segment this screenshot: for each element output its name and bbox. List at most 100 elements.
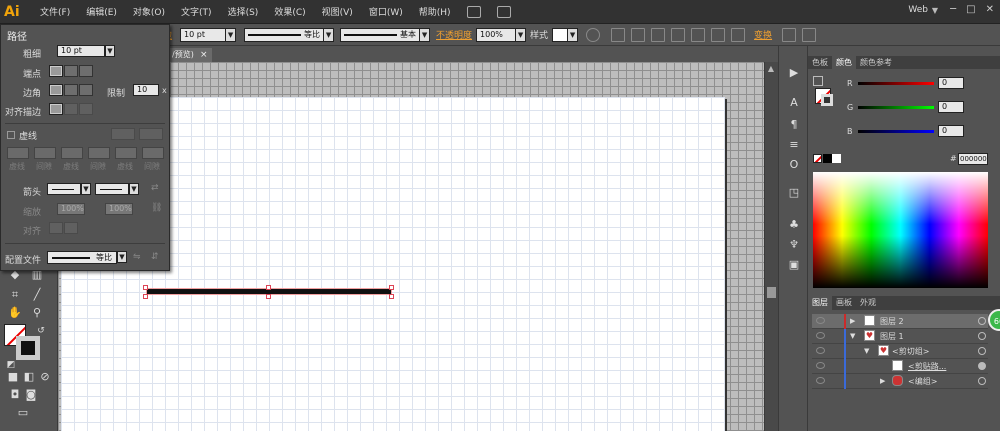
butt-cap-button[interactable] [49,65,63,77]
color-spectrum[interactable] [813,172,988,288]
preserve-dash-button[interactable] [111,128,135,140]
gap-field-3[interactable] [142,147,164,159]
tab-layers[interactable]: 图层 [808,296,832,310]
screen-mode-icon[interactable]: ▭ [16,406,30,420]
menu-view[interactable]: 视图(V) [314,5,361,18]
layer-row[interactable]: ▶ 图层 2 [812,314,988,329]
round-join-button[interactable] [64,84,78,96]
visibility-eye-icon[interactable] [816,362,825,369]
align-panel-icon[interactable]: ≡ [787,138,801,152]
flip-across-icon[interactable]: ⇵ [151,252,159,262]
target-circle-icon[interactable] [978,332,986,340]
g-slider[interactable] [858,106,934,109]
profile-dropdown[interactable]: ▼ [324,27,335,42]
r-slider[interactable] [858,82,934,85]
b-slider[interactable] [858,130,934,133]
chevron-down-icon[interactable]: ▼ [932,6,938,15]
layer-name[interactable]: <剪切组> [892,346,929,357]
visibility-eye-icon[interactable] [816,347,825,354]
variable-width-profile-select[interactable]: 等比 [244,27,325,42]
expand-toggle-icon[interactable]: ▶ [850,317,855,325]
arrow-place-button[interactable] [64,222,78,234]
gradient-mode-icon[interactable]: ◧ [22,370,36,384]
align-right-icon[interactable] [671,27,686,42]
menu-window[interactable]: 窗口(W) [361,5,411,18]
layer-name[interactable]: <编组> [908,376,937,387]
pathfinder-icon[interactable]: ◳ [787,186,801,200]
graphic-styles-icon[interactable]: ▣ [787,258,801,272]
maximize-icon[interactable]: □ [966,4,975,15]
menu-type[interactable]: 文字(T) [173,5,220,18]
swap-arrowheads-icon[interactable]: ⇄ [151,183,159,193]
vertical-scrollbar[interactable]: ▲ [764,62,778,431]
menu-effect[interactable]: 效果(C) [266,5,313,18]
tab-color[interactable]: 颜色 [832,56,856,69]
hex-field[interactable]: 000000 [958,153,988,165]
opacity-dropdown[interactable]: ▼ [516,27,527,42]
projecting-cap-button[interactable] [79,65,93,77]
panel-menu-icon[interactable] [802,27,817,42]
menu-file[interactable]: 文件(F) [32,5,78,18]
profile-dropdown[interactable]: ▼ [117,251,127,263]
target-circle-icon[interactable] [978,377,986,385]
color-mode-icon[interactable]: ■ [6,370,20,384]
end-arrowhead-select[interactable] [95,183,129,195]
dash-field-1[interactable] [7,147,29,159]
drawing-mode-icon[interactable]: ◘ [8,388,22,402]
workspace-switcher[interactable]: Web [908,5,928,15]
r-value-field[interactable]: 0 [938,77,964,89]
align-outside-stroke-button[interactable] [79,103,93,115]
layer-name[interactable]: 图层 2 [880,316,904,327]
arrange-documents-icon[interactable] [496,5,511,18]
layer-row[interactable]: ▶ <编组> [812,374,988,389]
recolor-artwork-icon[interactable] [586,27,601,42]
hand-tool-icon[interactable]: ✋ [8,306,22,320]
tab-swatches[interactable]: 色板 [808,56,832,69]
round-cap-button[interactable] [64,65,78,77]
layer-row[interactable]: ▼ ♥ <剪切组> [812,344,988,359]
layer-row[interactable]: ▼ ♥ 图层 1 [812,329,988,344]
character-icon[interactable]: A [787,96,801,110]
miter-join-button[interactable] [49,84,63,96]
stroke-weight-field[interactable]: 10 pt [180,27,227,42]
start-scale-field[interactable]: 100% [57,203,85,215]
align-to-icon[interactable] [611,27,626,42]
align-bottom-icon[interactable] [731,27,746,42]
visibility-eye-icon[interactable] [816,332,825,339]
align-dash-button[interactable] [139,128,163,140]
link-scale-icon[interactable]: ⛓ [151,203,162,213]
expand-toggle-icon[interactable]: ▶ [880,377,885,385]
dashed-checkbox[interactable] [7,131,15,139]
weight-dropdown[interactable]: ▼ [105,45,115,57]
target-circle-icon[interactable] [978,347,986,355]
selection-handle[interactable] [389,285,394,290]
white-color-button[interactable] [832,154,841,163]
flip-along-icon[interactable]: ⇋ [133,252,141,262]
expand-toggle-icon[interactable]: ▼ [864,347,869,355]
g-value-field[interactable]: 0 [938,101,964,113]
dash-field-2[interactable] [61,147,83,159]
visibility-eye-icon[interactable] [816,377,825,384]
transform-link[interactable]: 变换 [754,28,772,41]
dash-field-3[interactable] [115,147,137,159]
brushes-icon[interactable]: ♆ [787,238,801,252]
bevel-join-button[interactable] [79,84,93,96]
brush-definition-select[interactable]: 基本 [340,27,421,42]
stroke-weight-dropdown[interactable]: ▼ [226,27,237,42]
align-inside-stroke-button[interactable] [64,103,78,115]
menu-edit[interactable]: 编辑(E) [78,5,125,18]
black-color-button[interactable] [823,154,832,163]
close-icon[interactable]: × [200,48,208,62]
bridge-icon[interactable] [466,5,481,18]
b-value-field[interactable]: 0 [938,125,964,137]
isolate-icon[interactable] [782,27,797,42]
opentype-icon[interactable]: O [787,158,801,172]
profile-select[interactable]: 等比 [47,251,117,264]
none-color-button[interactable] [813,154,822,163]
opacity-field[interactable]: 100% [476,27,517,42]
selection-handle[interactable] [266,294,271,299]
opacity-link[interactable]: 不透明度 [436,28,472,41]
arrow-extend-button[interactable] [49,222,63,234]
zoom-tool-icon[interactable]: ⚲ [30,306,44,320]
layer-name[interactable]: <剪贴路... [908,361,946,372]
